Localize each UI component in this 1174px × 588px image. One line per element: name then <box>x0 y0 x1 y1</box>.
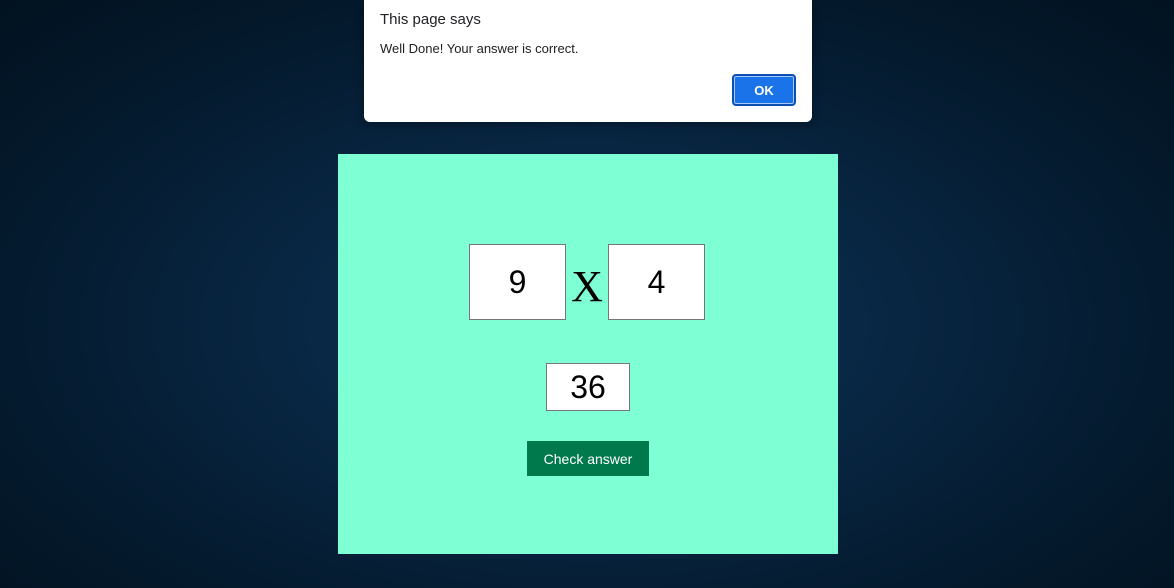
answer-input[interactable] <box>546 363 630 411</box>
ok-button[interactable]: OK <box>732 74 796 106</box>
alert-dialog: This page says Well Done! Your answer is… <box>364 0 812 122</box>
alert-title: This page says <box>380 11 481 28</box>
quiz-card: 9 X 4 Check answer <box>338 154 838 554</box>
first-number-box: 9 <box>469 244 566 320</box>
second-number-box: 4 <box>608 244 705 320</box>
check-answer-button[interactable]: Check answer <box>527 441 649 476</box>
multiply-sign: X <box>571 262 603 311</box>
alert-message: Well Done! Your answer is correct. <box>380 41 579 56</box>
